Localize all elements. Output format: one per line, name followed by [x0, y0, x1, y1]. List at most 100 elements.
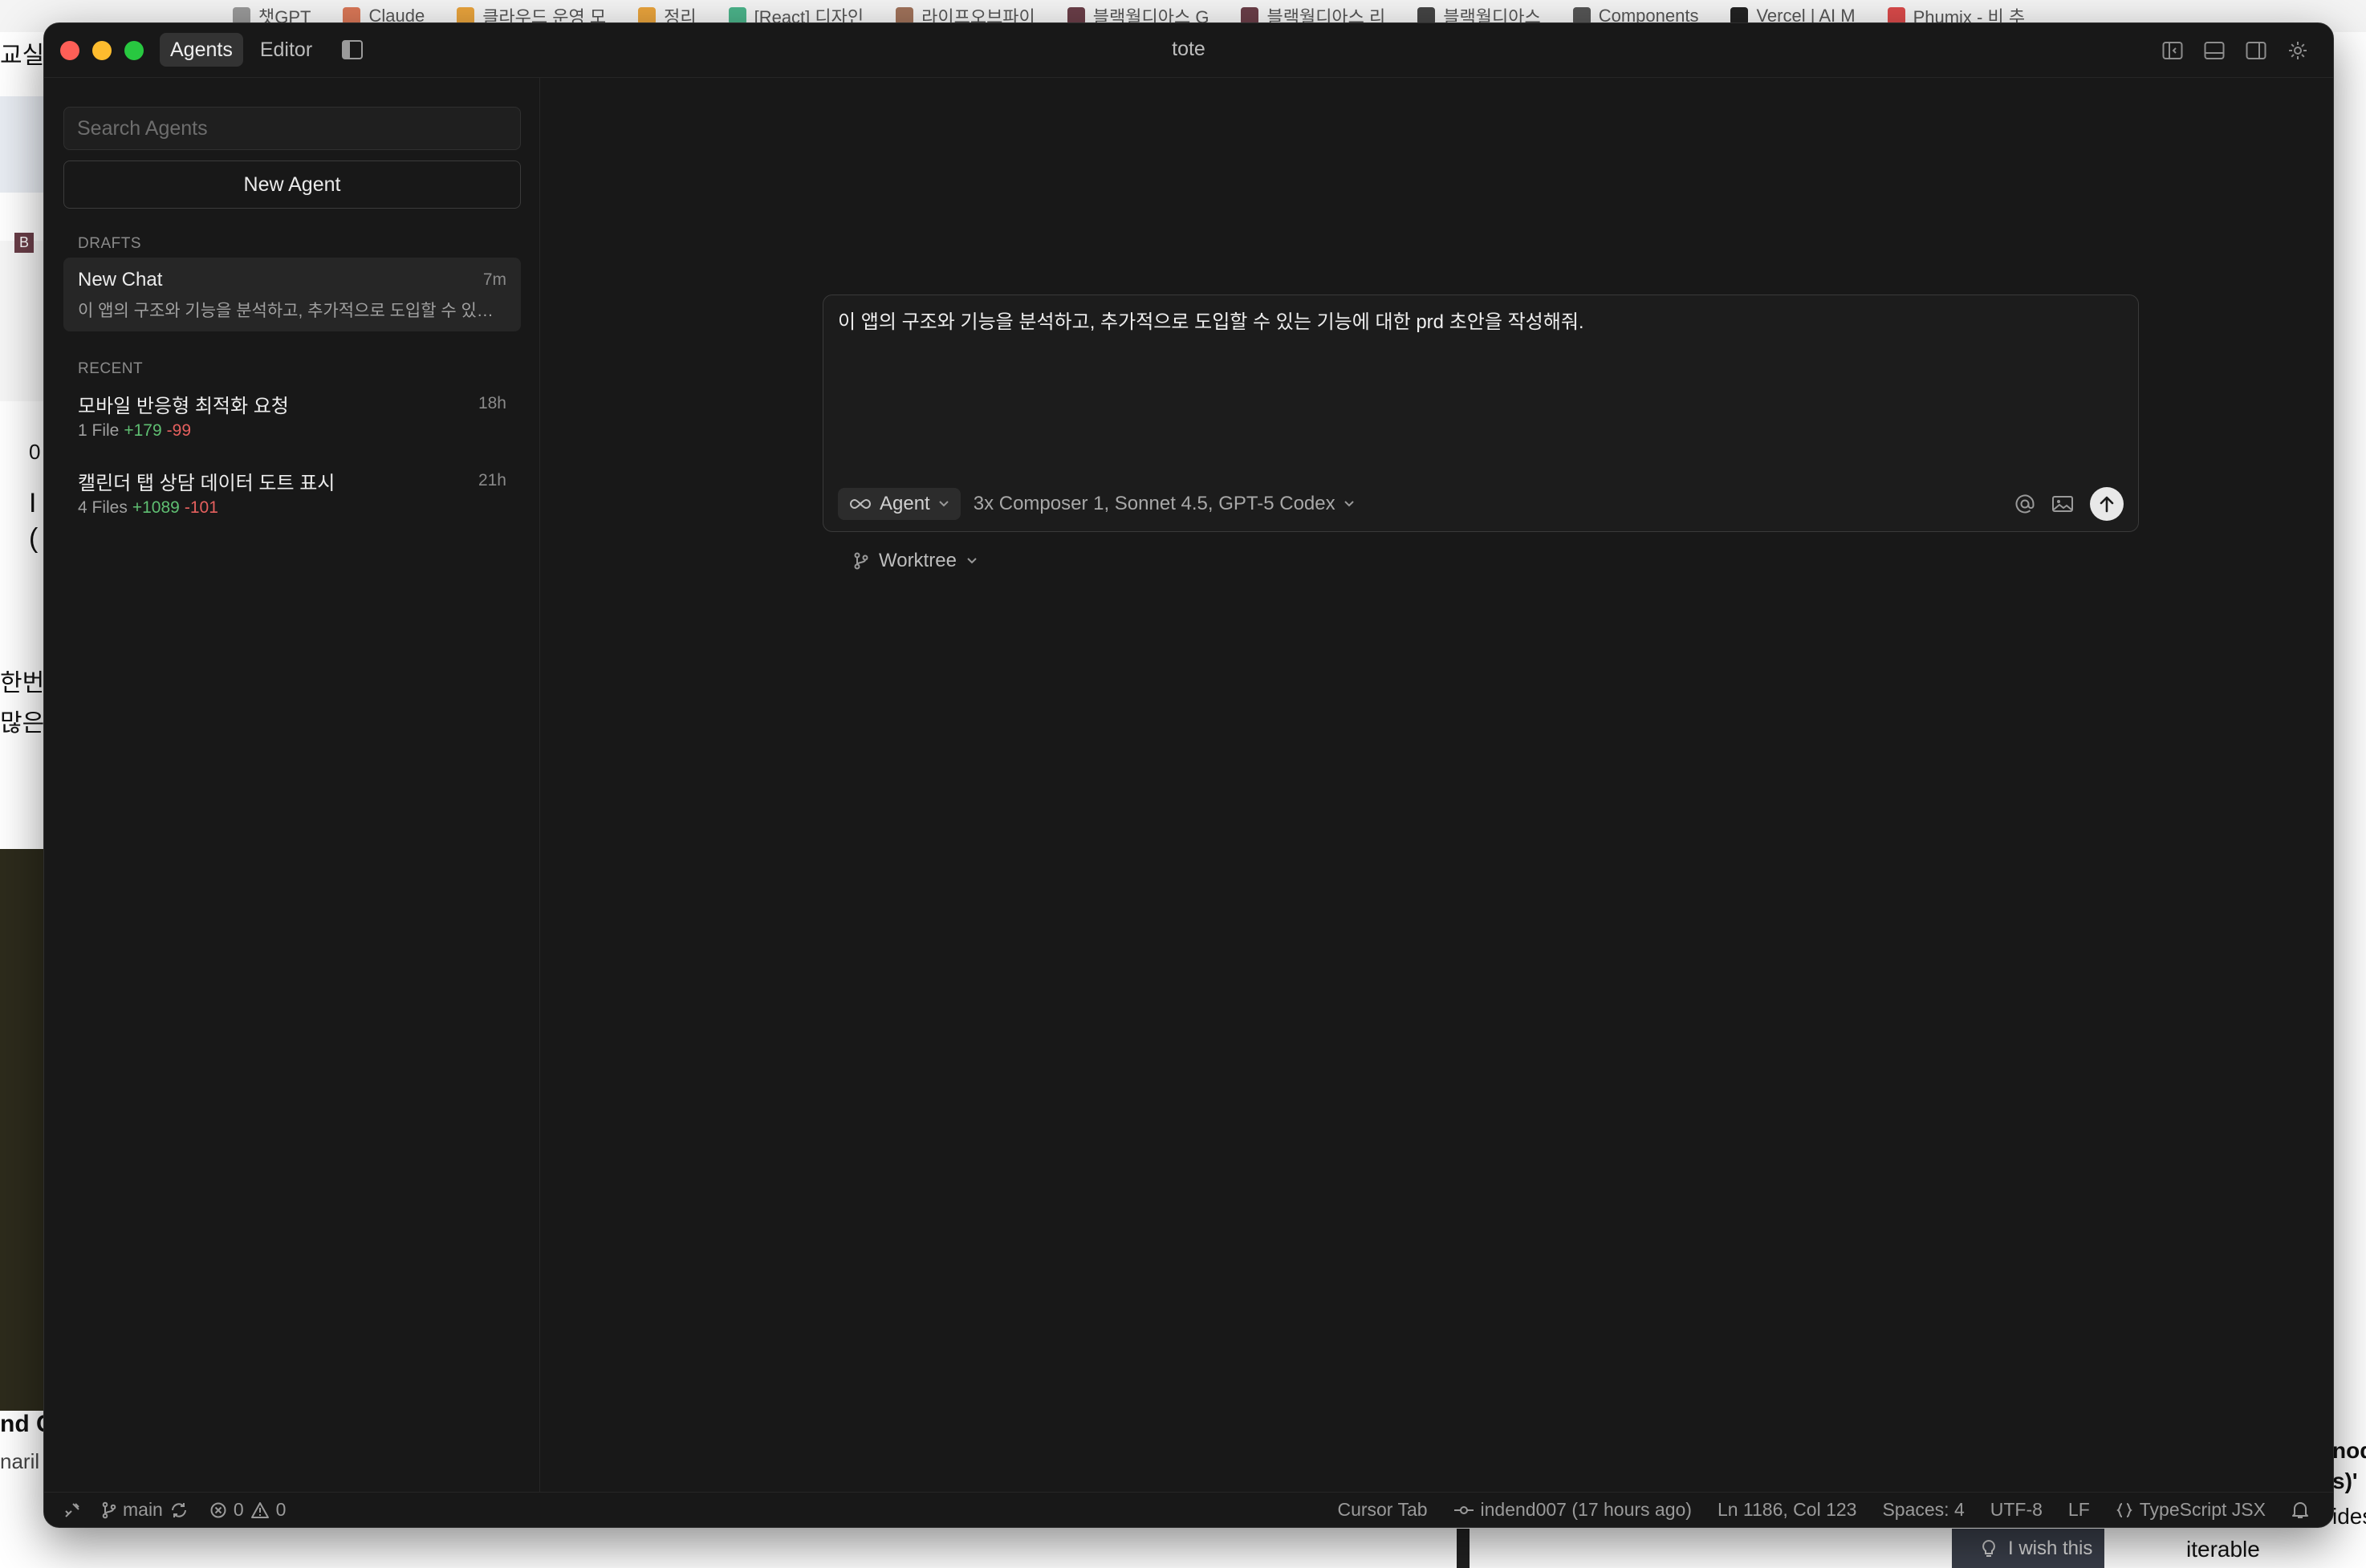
arrow-up-icon [2100, 496, 2114, 513]
error-count: 0 [233, 1499, 244, 1520]
panel-bottom-icon [2204, 42, 2225, 59]
chevron-down-icon [939, 501, 949, 507]
status-bar: main 0 0 Cursor Tab indend007 (17 hours … [44, 1492, 2333, 1527]
background-band [0, 96, 45, 193]
panel-right-icon [2246, 42, 2266, 59]
background-text: I [29, 488, 37, 518]
indentation-setting[interactable]: Spaces: 4 [1882, 1499, 1964, 1521]
git-blame-status[interactable]: indend007 (17 hours ago) [1453, 1499, 1692, 1521]
agents-sidebar: New Agent DRAFTS New Chat 7m 이 앱의 구조와 기능… [44, 78, 540, 1519]
background-band [0, 849, 45, 1411]
git-commit-icon [1453, 1505, 1474, 1514]
background-page-left: 교실 B 0 I ( 한번의 많은 nd C naril [0, 32, 45, 1568]
infinity-icon [850, 498, 871, 510]
background-text: 많은 [0, 710, 45, 737]
chat-time: 21h [478, 471, 506, 489]
braces-icon [2116, 1502, 2132, 1517]
composer-actions [2014, 487, 2124, 521]
cursor-position[interactable]: Ln 1186, Col 123 [1718, 1499, 1857, 1521]
toggle-right-panel-button[interactable] [2245, 39, 2267, 62]
background-text: ides. [2332, 1504, 2366, 1529]
remote-icon [65, 1502, 79, 1517]
blame-text: indend007 (17 hours ago) [1480, 1499, 1692, 1520]
window-title: tote [1172, 38, 1205, 60]
file-count: 4 Files [78, 498, 128, 517]
worktree-label: Worktree [879, 550, 957, 571]
recent-chat-item[interactable]: 캘린더 탭 상담 데이터 도트 표시 21h 4 Files +1089 -101 [63, 458, 521, 532]
background-text: naril [0, 1449, 40, 1473]
send-button[interactable] [2090, 487, 2124, 521]
draft-chat-item[interactable]: New Chat 7m 이 앱의 구조와 기능을 분석하고, 추가적으로 도입할… [63, 258, 521, 331]
deletions-count: -101 [184, 498, 218, 517]
deletions-count: -99 [166, 421, 192, 440]
models-label: 3x Composer 1, Sonnet 4.5, GPT-5 Codex [973, 493, 1335, 514]
new-agent-button[interactable]: New Agent [63, 160, 521, 209]
cursor-tab-status[interactable]: Cursor Tab [1337, 1499, 1427, 1521]
main-panel: 이 앱의 구조와 기능을 분석하고, 추가적으로 도입할 수 있는 기능에 대한… [540, 78, 2333, 1519]
remote-button[interactable] [63, 1501, 81, 1519]
chat-title: 캘린더 탭 상담 데이터 도트 표시 [78, 472, 335, 494]
panel-left-icon [2162, 42, 2183, 59]
image-icon [2052, 496, 2073, 512]
sync-icon[interactable] [169, 1501, 189, 1519]
settings-button[interactable] [2287, 39, 2309, 62]
language-mode[interactable]: TypeScript JSX [2116, 1499, 2266, 1521]
search-agents-input[interactable] [63, 107, 521, 150]
git-branch-icon [854, 552, 868, 570]
background-page-bottom: I wish this iterable [0, 1529, 2366, 1568]
attach-image-button[interactable] [2051, 494, 2074, 514]
chat-time: 7m [482, 270, 506, 289]
background-text: nod [2332, 1438, 2366, 1463]
background-text: 교실 [0, 43, 45, 69]
warning-count: 0 [275, 1499, 287, 1520]
chevron-down-icon [967, 558, 977, 564]
additions-count: +1089 [132, 498, 180, 517]
branch-indicator[interactable]: main [102, 1499, 189, 1521]
prompt-composer: 이 앱의 구조와 기능을 분석하고, 추가적으로 도입할 수 있는 기능에 대한… [823, 295, 2139, 532]
layout-actions [2161, 39, 2309, 62]
chevron-down-icon [1344, 501, 1354, 507]
background-page-right: nod s)' ides. [2332, 32, 2366, 1568]
app-window: Agents Editor tote New Agent DRAFTS [43, 22, 2334, 1528]
chat-title: New Chat [78, 269, 163, 290]
background-text: s)' [2332, 1468, 2358, 1493]
feedback-button[interactable]: I wish this [1952, 1529, 2104, 1568]
toggle-left-panel-button[interactable] [2161, 39, 2184, 62]
chat-preview: 이 앱의 구조와 기능을 분석하고, 추가적으로 도입할 수 있는 기능에 대한… [78, 302, 506, 320]
warning-icon [250, 1501, 269, 1518]
agent-mode-label: Agent [880, 493, 930, 514]
background-text: iterable [2186, 1537, 2260, 1562]
background-divider [1457, 1529, 1470, 1568]
toggle-bottom-panel-button[interactable] [2203, 39, 2226, 62]
recent-section-label: RECENT [78, 360, 144, 377]
composer-toolbar: Agent 3x Composer 1, Sonnet 4.5, GPT-5 C… [838, 486, 2124, 522]
error-icon [210, 1502, 226, 1517]
prompt-input[interactable]: 이 앱의 구조와 기능을 분석하고, 추가적으로 도입할 수 있는 기능에 대한… [838, 308, 2124, 337]
line-ending-setting[interactable]: LF [2068, 1499, 2090, 1521]
background-band [0, 241, 45, 401]
branch-name: main [123, 1499, 163, 1520]
encoding-setting[interactable]: UTF-8 [1990, 1499, 2043, 1521]
additions-count: +179 [124, 421, 162, 440]
bell-icon [2292, 1501, 2308, 1518]
chat-diff-summary: 1 File +179 -99 [78, 421, 506, 441]
problems-indicator[interactable]: 0 0 [209, 1499, 287, 1521]
lightbulb-icon [1982, 1539, 1995, 1557]
mention-button[interactable] [2014, 494, 2035, 514]
notifications-button[interactable] [2291, 1501, 2309, 1520]
drafts-section-label: DRAFTS [78, 235, 141, 252]
worktree-dropdown[interactable]: Worktree [853, 550, 978, 572]
git-branch-icon [102, 1501, 116, 1518]
background-text: ( [29, 523, 39, 554]
background-text: nd C [0, 1411, 45, 1437]
at-sign-icon [2015, 494, 2035, 514]
agent-mode-dropdown[interactable]: Agent [838, 488, 961, 520]
gear-icon [2289, 42, 2307, 59]
titlebar: Agents Editor tote [44, 23, 2333, 78]
chat-title: 모바일 반응형 최적화 요청 [78, 395, 289, 417]
chat-time: 18h [478, 394, 506, 412]
recent-chat-item[interactable]: 모바일 반응형 최적화 요청 18h 1 File +179 -99 [63, 381, 521, 455]
model-selector[interactable]: 3x Composer 1, Sonnet 4.5, GPT-5 Codex [974, 493, 1355, 515]
file-count: 1 File [78, 421, 120, 440]
chat-diff-summary: 4 Files +1089 -101 [78, 498, 506, 518]
